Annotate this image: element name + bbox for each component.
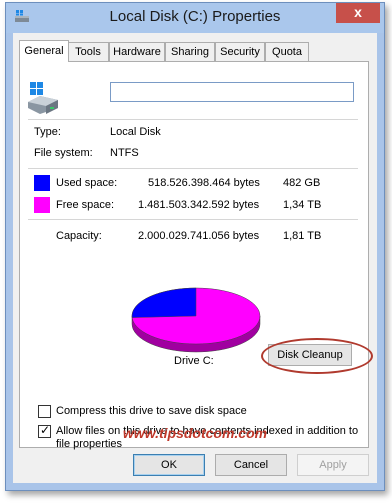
dialog-body: General Tools Hardware Sharing Security … [13,33,377,483]
file-system-label: File system: [34,147,93,159]
properties-window: Local Disk (C:) Properties x General Too… [5,2,385,491]
type-label: Type: [34,126,61,138]
free-space-label: Free space: [56,199,115,211]
cancel-button[interactable]: Cancel [215,454,287,476]
close-icon: x [354,4,362,20]
used-space-label: Used space: [56,177,118,189]
ok-button[interactable]: OK [133,454,205,476]
tab-sharing[interactable]: Sharing [165,42,215,61]
capacity-size: 1,81 TB [283,230,322,242]
general-tab-panel: Type: Local Disk File system: NTFS Used … [19,61,373,450]
window-title: Local Disk (C:) Properties [109,8,281,25]
separator [28,119,358,120]
local-disk-icon [28,82,58,114]
tab-security[interactable]: Security [215,42,265,61]
pie-used-slice [131,287,197,318]
apply-button[interactable]: Apply [297,454,369,476]
title-bar[interactable]: Local Disk (C:) Properties x [6,3,384,33]
capacity-bytes: 2.000.029.741.056 bytes [138,230,260,242]
free-space-bytes: 1.481.503.342.592 bytes [138,199,260,211]
tab-quota[interactable]: Quota [265,42,309,61]
tab-hardware[interactable]: Hardware [109,42,165,61]
separator [28,219,358,220]
used-space-size: 482 GB [283,177,321,189]
disk-usage-pie-chart [131,287,261,353]
separator [28,168,358,169]
used-space-swatch [34,175,50,191]
tab-tools[interactable]: Tools [67,42,109,61]
used-space-bytes: 518.526.398.464 bytes [148,177,260,189]
free-space-swatch [34,197,50,213]
tab-general[interactable]: General [19,40,69,62]
drive-label: Drive C: [174,355,214,367]
file-system-value: NTFS [110,147,139,159]
capacity-label: Capacity: [56,230,102,242]
type-value: Local Disk [110,126,161,138]
free-space-size: 1,34 TB [283,199,322,211]
watermark: www.tipsdotcom.com [122,425,268,441]
highlight-circle [261,338,373,374]
close-button[interactable]: x [336,3,380,23]
compress-label: Compress this drive to save disk space [56,405,247,417]
drive-name-input[interactable] [110,82,354,102]
compress-checkbox[interactable] [38,405,51,418]
